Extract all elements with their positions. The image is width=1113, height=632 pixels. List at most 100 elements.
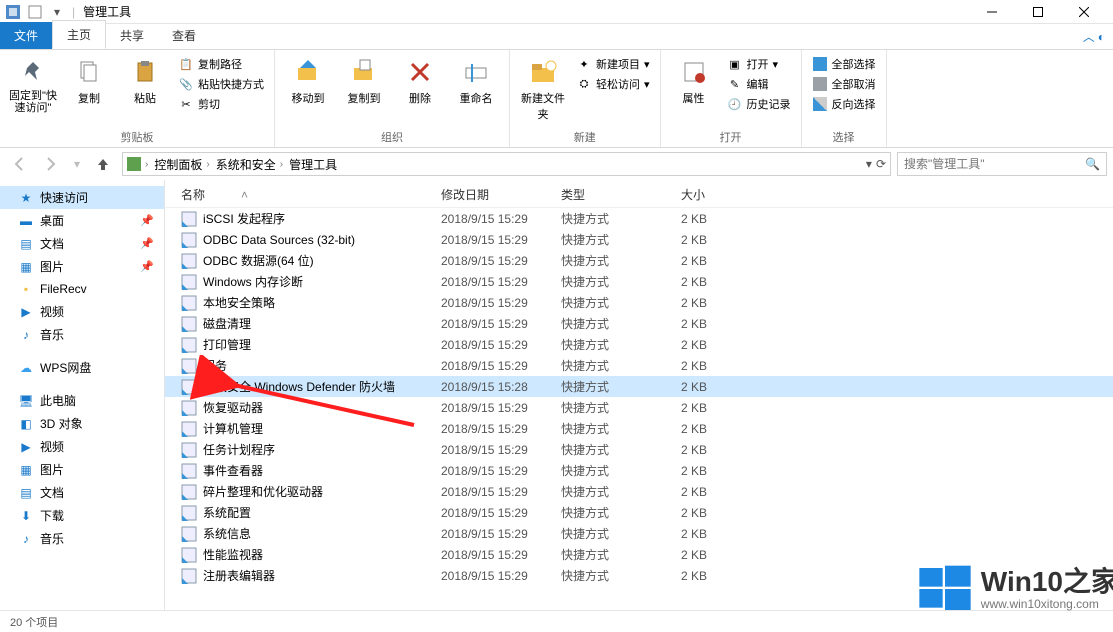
nav-music2[interactable]: ♪音乐 bbox=[0, 527, 164, 550]
crumb-system-security[interactable]: 系统和安全› bbox=[214, 156, 285, 173]
nav-desktop[interactable]: ▬桌面📌 bbox=[0, 209, 164, 232]
tab-share[interactable]: 共享 bbox=[106, 22, 158, 49]
file-size: 2 KB bbox=[681, 359, 761, 373]
easy-access-button[interactable]: ⛭轻松访问 ▾ bbox=[574, 74, 652, 94]
file-date: 2018/9/15 15:29 bbox=[441, 527, 561, 541]
shortcut-icon bbox=[181, 484, 197, 500]
nav-quick-access[interactable]: ★快速访问 bbox=[0, 186, 164, 209]
list-item[interactable]: 本地安全策略2018/9/15 15:29快捷方式2 KB bbox=[165, 292, 1113, 313]
edit-button[interactable]: ✎编辑 bbox=[725, 74, 793, 94]
minimize-button[interactable] bbox=[969, 0, 1015, 24]
nav-this-pc[interactable]: 🖥此电脑 bbox=[0, 389, 164, 412]
watermark: Win10之家 www.win10xitong.com bbox=[917, 561, 1113, 617]
address-bar[interactable]: › 控制面板› 系统和安全› 管理工具 ▾ ⟳ bbox=[122, 152, 891, 176]
col-size[interactable]: 大小 bbox=[681, 186, 761, 203]
address-dropdown-button[interactable]: ▾ bbox=[866, 157, 872, 171]
back-button[interactable] bbox=[6, 151, 32, 177]
file-list[interactable]: 名称˄ 修改日期 类型 大小 iSCSI 发起程序2018/9/15 15:29… bbox=[165, 180, 1113, 610]
pin-icon bbox=[17, 56, 49, 88]
search-icon[interactable]: 🔍 bbox=[1085, 157, 1100, 171]
cut-button[interactable]: ✂剪切 bbox=[176, 94, 266, 114]
new-item-button[interactable]: ✦新建项目 ▾ bbox=[574, 54, 652, 74]
list-item[interactable]: 系统信息2018/9/15 15:29快捷方式2 KB bbox=[165, 523, 1113, 544]
list-item[interactable]: ODBC Data Sources (32-bit)2018/9/15 15:2… bbox=[165, 229, 1113, 250]
move-to-button[interactable]: 移动到 bbox=[283, 54, 333, 106]
qat-dropdown-icon[interactable]: ▾ bbox=[50, 5, 64, 19]
list-item[interactable]: 打印管理2018/9/15 15:29快捷方式2 KB bbox=[165, 334, 1113, 355]
nav-documents[interactable]: ▤文档📌 bbox=[0, 232, 164, 255]
list-item[interactable]: 恢复驱动器2018/9/15 15:29快捷方式2 KB bbox=[165, 397, 1113, 418]
rename-button[interactable]: 重命名 bbox=[451, 54, 501, 106]
chevron-up-icon: ︿ bbox=[1083, 28, 1095, 45]
nav-pictures2[interactable]: ▦图片 bbox=[0, 458, 164, 481]
search-box[interactable]: 🔍 bbox=[897, 152, 1107, 176]
recent-locations-button[interactable]: ▾ bbox=[70, 151, 84, 177]
nav-documents2[interactable]: ▤文档 bbox=[0, 481, 164, 504]
list-item[interactable]: 计算机管理2018/9/15 15:29快捷方式2 KB bbox=[165, 418, 1113, 439]
properties-button[interactable]: 属性 bbox=[669, 54, 719, 106]
paste-button[interactable]: 粘贴 bbox=[120, 54, 170, 106]
list-item[interactable]: 碎片整理和优化驱动器2018/9/15 15:29快捷方式2 KB bbox=[165, 481, 1113, 502]
pin-icon: 📌 bbox=[140, 214, 154, 227]
file-name: iSCSI 发起程序 bbox=[203, 210, 285, 227]
nav-pictures[interactable]: ▦图片📌 bbox=[0, 255, 164, 278]
tab-home[interactable]: 主页 bbox=[52, 20, 106, 49]
close-button[interactable] bbox=[1061, 0, 1107, 24]
nav-wps[interactable]: ☁WPS网盘 bbox=[0, 356, 164, 379]
select-all-button[interactable]: 全部选择 bbox=[810, 54, 878, 74]
nav-video[interactable]: ▶视频 bbox=[0, 300, 164, 323]
copy-to-button[interactable]: 复制到 bbox=[339, 54, 389, 106]
qat-properties-icon[interactable] bbox=[28, 5, 42, 19]
file-name: 计算机管理 bbox=[203, 420, 263, 437]
col-type[interactable]: 类型 bbox=[561, 186, 681, 203]
refresh-button[interactable]: ⟳ bbox=[876, 157, 886, 171]
nav-3d-objects[interactable]: ◧3D 对象 bbox=[0, 412, 164, 435]
list-item[interactable]: 任务计划程序2018/9/15 15:29快捷方式2 KB bbox=[165, 439, 1113, 460]
list-item[interactable]: 高级安全 Windows Defender 防火墙2018/9/15 15:28… bbox=[165, 376, 1113, 397]
file-date: 2018/9/15 15:29 bbox=[441, 338, 561, 352]
ribbon: 固定到"快速访问" 复制 粘贴 📋复制路径 📎粘贴快捷方式 ✂剪切 剪贴板 移动… bbox=[0, 50, 1113, 148]
file-size: 2 KB bbox=[681, 548, 761, 562]
new-folder-button[interactable]: 新建文件夹 bbox=[518, 54, 568, 122]
copy-path-button[interactable]: 📋复制路径 bbox=[176, 54, 266, 74]
list-item[interactable]: Windows 内存诊断2018/9/15 15:29快捷方式2 KB bbox=[165, 271, 1113, 292]
invert-icon bbox=[812, 96, 828, 112]
list-item[interactable]: 服务2018/9/15 15:29快捷方式2 KB bbox=[165, 355, 1113, 376]
history-button[interactable]: 🕘历史记录 bbox=[725, 94, 793, 114]
pin-to-quick-access-button[interactable]: 固定到"快速访问" bbox=[8, 54, 58, 114]
column-headers[interactable]: 名称˄ 修改日期 类型 大小 bbox=[165, 180, 1113, 208]
delete-button[interactable]: 删除 bbox=[395, 54, 445, 106]
cloud-icon: ☁ bbox=[18, 360, 34, 376]
shortcut-icon bbox=[181, 274, 197, 290]
list-item[interactable]: iSCSI 发起程序2018/9/15 15:29快捷方式2 KB bbox=[165, 208, 1113, 229]
list-item[interactable]: ODBC 数据源(64 位)2018/9/15 15:29快捷方式2 KB bbox=[165, 250, 1113, 271]
tab-file[interactable]: 文件 bbox=[0, 22, 52, 49]
file-name: 注册表编辑器 bbox=[203, 567, 275, 584]
nav-downloads[interactable]: ⬇下载 bbox=[0, 504, 164, 527]
list-item[interactable]: 系统配置2018/9/15 15:29快捷方式2 KB bbox=[165, 502, 1113, 523]
search-input[interactable] bbox=[904, 157, 1085, 171]
invert-selection-button[interactable]: 反向选择 bbox=[810, 94, 878, 114]
select-none-button[interactable]: 全部取消 bbox=[810, 74, 878, 94]
nav-filerecv[interactable]: ▪FileRecv bbox=[0, 278, 164, 300]
tab-view[interactable]: 查看 bbox=[158, 22, 210, 49]
col-date[interactable]: 修改日期 bbox=[441, 186, 561, 203]
ribbon-collapse[interactable]: ︿◐ bbox=[1075, 24, 1113, 49]
list-item[interactable]: 磁盘清理2018/9/15 15:29快捷方式2 KB bbox=[165, 313, 1113, 334]
forward-button[interactable] bbox=[38, 151, 64, 177]
maximize-button[interactable] bbox=[1015, 0, 1061, 24]
crumb-control-panel[interactable]: 控制面板› bbox=[152, 156, 211, 173]
open-button[interactable]: ▣打开 ▾ bbox=[725, 54, 793, 74]
list-item[interactable]: 事件查看器2018/9/15 15:29快捷方式2 KB bbox=[165, 460, 1113, 481]
crumb-root[interactable]: › bbox=[143, 159, 150, 170]
paste-shortcut-button[interactable]: 📎粘贴快捷方式 bbox=[176, 74, 266, 94]
navigation-pane[interactable]: ★快速访问 ▬桌面📌 ▤文档📌 ▦图片📌 ▪FileRecv ▶视频 ♪音乐 ☁… bbox=[0, 180, 165, 610]
nav-video2[interactable]: ▶视频 bbox=[0, 435, 164, 458]
copy-button[interactable]: 复制 bbox=[64, 54, 114, 106]
crumb-admin-tools[interactable]: 管理工具 bbox=[287, 156, 339, 173]
up-button[interactable] bbox=[90, 151, 116, 177]
file-size: 2 KB bbox=[681, 296, 761, 310]
nav-music[interactable]: ♪音乐 bbox=[0, 323, 164, 346]
col-name[interactable]: 名称˄ bbox=[181, 186, 441, 203]
help-icon[interactable]: ◐ bbox=[1098, 30, 1105, 44]
